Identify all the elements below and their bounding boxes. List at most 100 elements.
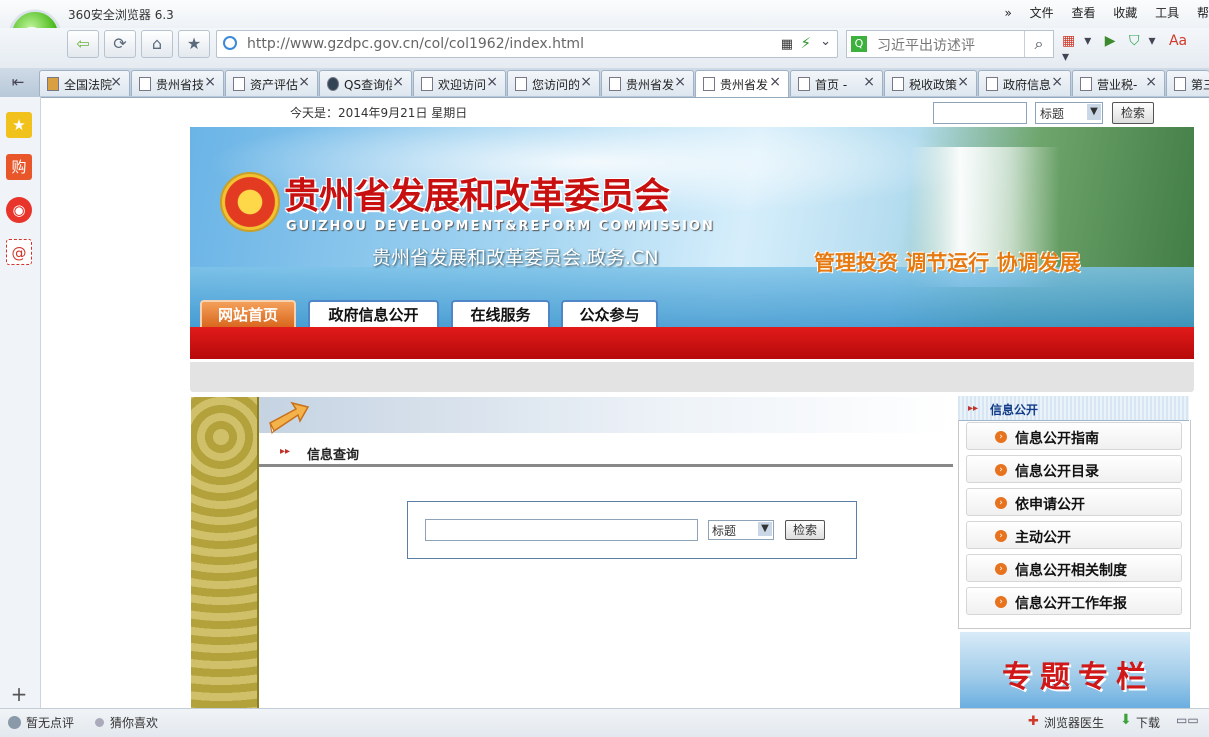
chevron-down-icon[interactable]: ▼ [1087,104,1101,120]
page-icon [1080,77,1092,91]
tab-9[interactable]: 首页 - × [790,70,883,96]
close-icon[interactable]: × [1145,74,1157,90]
status-review[interactable]: 暂无点评 [26,714,74,731]
menu-file[interactable]: 文件 [1030,4,1054,21]
shield-icon[interactable]: ⛉ [1129,33,1140,49]
refresh-button[interactable]: ⟳ [104,30,136,58]
banner-slogan: 管理投资 调节运行 协调发展 [814,251,1081,275]
info-link-proactive[interactable]: › 主动公开 [966,521,1182,549]
translate-dropdown-icon[interactable]: ▾ [1062,49,1069,65]
info-link-on-request[interactable]: › 依申请公开 [966,488,1182,516]
close-icon[interactable]: × [110,74,122,90]
tab-11[interactable]: 政府信息 × [978,70,1071,96]
status-guess-like[interactable]: 猜你喜欢 [110,714,158,731]
page-icon [1174,77,1186,91]
tab-6[interactable]: 您访问的 × [507,70,600,96]
site-search-input[interactable] [933,102,1027,124]
info-link-annual-report[interactable]: › 信息公开工作年报 [966,587,1182,615]
qr-code-icon[interactable]: ▦ [781,37,793,52]
search-engine-icon[interactable]: Q [851,36,867,52]
section-bullet-icon: ▸▸ [280,446,291,457]
page-icon [327,77,339,91]
chevron-down-icon[interactable]: ▼ [758,522,772,536]
close-icon[interactable]: × [674,74,686,90]
menu-tools[interactable]: 工具 [1155,4,1179,21]
page-icon [798,77,810,91]
tab-5[interactable]: 欢迎访问 × [413,70,506,96]
feedback-icon[interactable]: ▭▭ [1176,713,1199,727]
video-icon[interactable]: ▶ [1105,33,1116,49]
menu-help[interactable]: 帮 [1197,4,1209,21]
tab-label: 您访问的 [532,78,580,92]
browser-sidebar [0,97,41,708]
search-icon[interactable]: ⌕ [1024,31,1053,57]
info-link-guide[interactable]: › 信息公开指南 [966,422,1182,450]
menu-view[interactable]: 查看 [1071,4,1095,21]
info-link-label: 依申请公开 [1015,497,1085,513]
site-search-button[interactable]: 检索 [1112,102,1154,124]
search-input[interactable]: 习近平出访述评 [877,35,975,55]
query-input[interactable] [425,519,698,541]
close-icon[interactable]: × [204,74,216,90]
chevron-down-icon[interactable]: ⌄ [820,34,831,49]
close-icon[interactable]: × [580,74,592,90]
nav-online-service[interactable]: 在线服务 [451,300,550,328]
arrow-bullet-icon: › [995,497,1007,509]
browser-search-box[interactable]: Q 习近平出访述评 ⌕ [846,30,1054,58]
tab-label: 全国法院 [64,78,112,92]
translate-icon[interactable]: Aa [1169,33,1187,49]
tab-4[interactable]: QS查询信 × [319,70,412,96]
tab-8-active[interactable]: 贵州省发 × [695,70,789,97]
close-icon[interactable]: × [769,74,781,90]
tab-7[interactable]: 贵州省发 × [601,70,694,96]
status-doctor[interactable]: 浏览器医生 [1044,714,1104,731]
page-icon [47,77,59,91]
close-icon[interactable]: × [392,74,404,90]
red-nav-bar [190,327,1194,359]
tab-13[interactable]: 第三 [1166,70,1209,96]
favorites-star-icon[interactable]: ★ [6,112,32,138]
select-value: 标题 [1040,107,1065,121]
site-search-select[interactable]: 标题 ▼ [1035,102,1103,124]
info-link-label: 信息公开相关制度 [1015,563,1127,579]
apps-dropdown-icon[interactable]: ▾ [1084,33,1091,49]
info-panel-title: 信息公开 [990,403,1039,417]
close-icon[interactable]: × [486,74,498,90]
lightning-icon[interactable]: ⚡ [800,34,811,52]
tab-10[interactable]: 税收政策 × [884,70,977,96]
tab-1[interactable]: 全国法院 × [39,70,130,96]
weibo-icon[interactable]: ◉ [6,197,32,223]
info-link-regulations[interactable]: › 信息公开相关制度 [966,554,1182,582]
add-icon[interactable]: + [6,681,32,707]
apps-grid-icon[interactable]: ▦ [1062,33,1075,49]
menu-arrows-icon[interactable]: » [1004,6,1011,20]
close-icon[interactable]: × [1051,74,1063,90]
close-icon[interactable]: × [957,74,969,90]
tab-12[interactable]: 营业税- × [1072,70,1165,96]
mail-icon[interactable]: @ [6,239,32,265]
shopping-icon[interactable]: 购 [6,154,32,180]
nav-gov-info[interactable]: 政府信息公开 [308,300,439,328]
nav-home[interactable]: 网站首页 [200,300,296,328]
close-icon[interactable]: × [863,74,875,90]
info-link-catalog[interactable]: › 信息公开目录 [966,455,1182,483]
address-bar[interactable]: http://www.gzdpc.gov.cn/col/col1962/inde… [216,30,838,58]
url-text[interactable]: http://www.gzdpc.gov.cn/col/col1962/inde… [247,36,584,52]
doctor-icon: ✚ [1028,714,1039,729]
query-button[interactable]: 检索 [785,520,825,540]
favorite-button[interactable]: ★ [178,30,210,58]
tab-label: QS查询信 [344,78,392,92]
shield-dropdown-icon[interactable]: ▾ [1148,33,1155,49]
close-icon[interactable]: × [298,74,310,90]
tab-3[interactable]: 资产评估 × [225,70,318,96]
query-select[interactable]: 标题 ▼ [708,520,774,540]
nav-public-participation[interactable]: 公众参与 [561,300,658,328]
menu-favorites[interactable]: 收藏 [1113,4,1137,21]
tab-2[interactable]: 贵州省技 × [131,70,224,96]
org-name-cn: 贵州省发展和改革委员会 [284,176,670,217]
site-icon [223,36,237,50]
home-button[interactable]: ⌂ [141,30,173,58]
tab-collapse-icon[interactable]: ⇤ [0,69,36,96]
back-button[interactable]: ⇦ [67,30,99,58]
status-download[interactable]: 下载 [1136,714,1160,731]
